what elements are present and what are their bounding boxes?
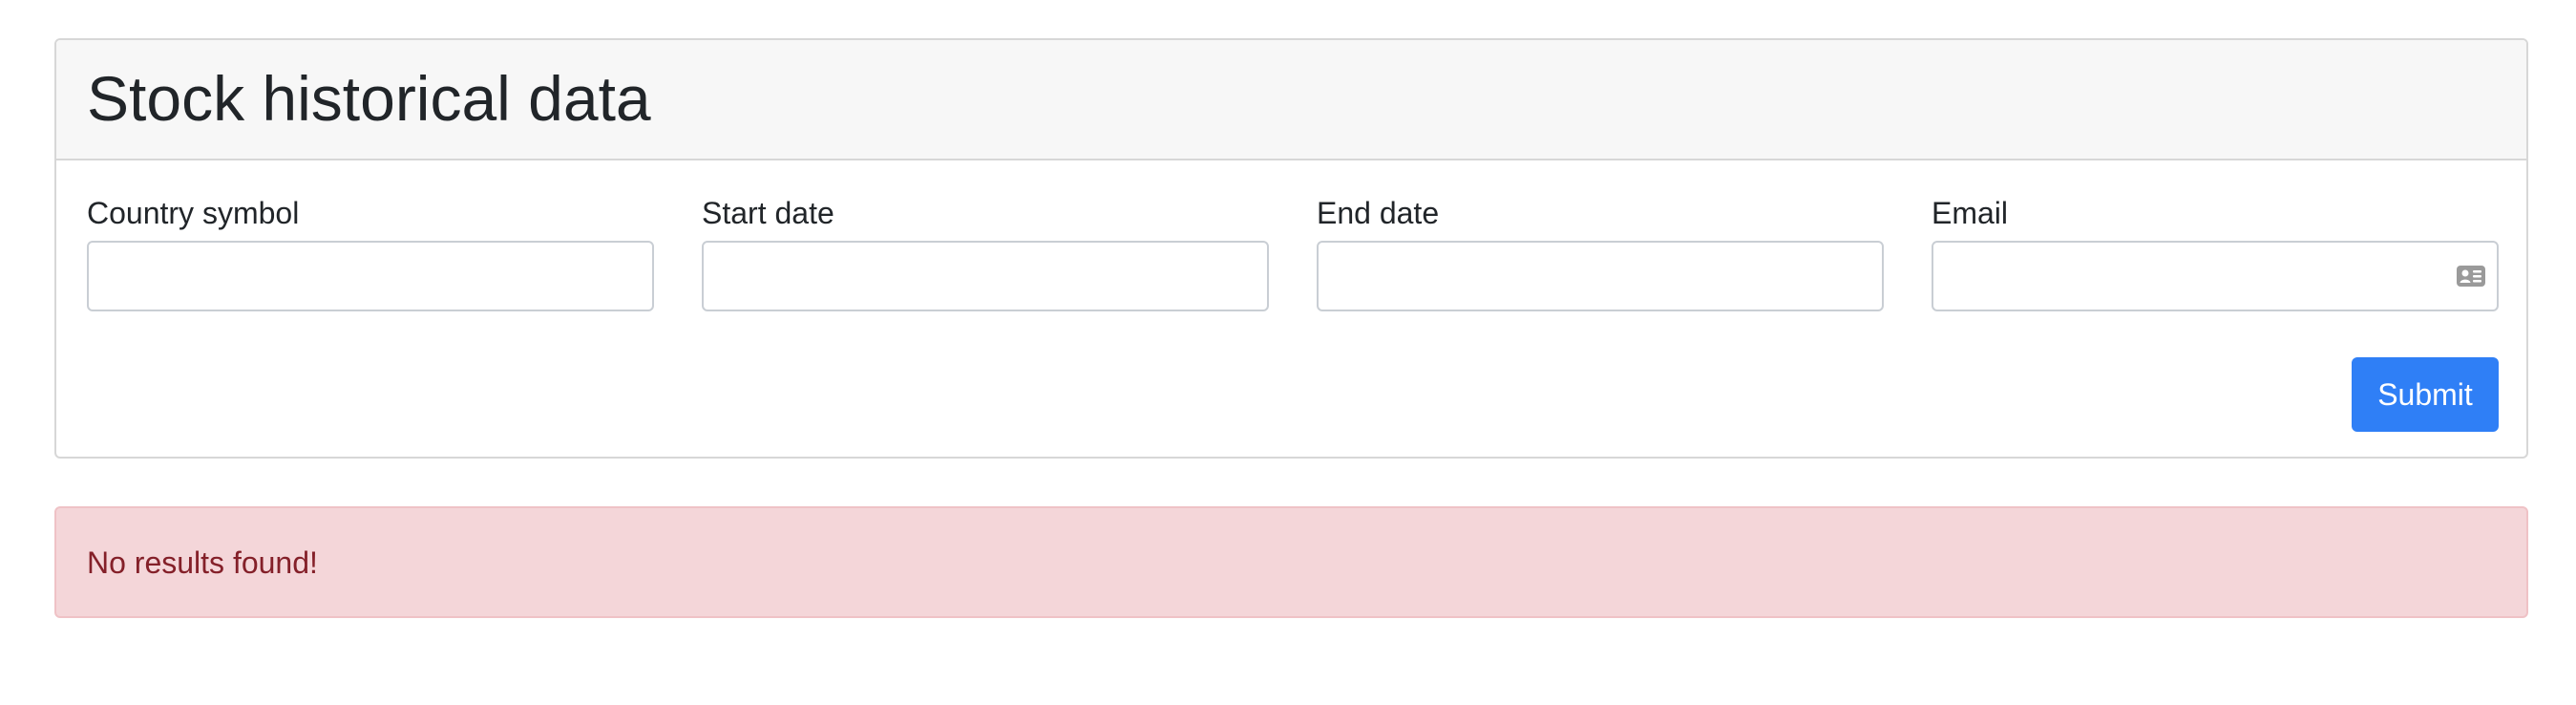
card-header: Stock historical data bbox=[56, 40, 2526, 160]
email-label: Email bbox=[1932, 196, 2009, 230]
stock-form-card: Stock historical data Country symbol Sta… bbox=[54, 38, 2528, 459]
end-date-label: End date bbox=[1317, 196, 1440, 230]
start-date-group: Start date bbox=[702, 195, 1269, 311]
page-title: Stock historical data bbox=[87, 63, 651, 134]
end-date-group: End date bbox=[1317, 195, 1884, 311]
start-date-label: Start date bbox=[702, 196, 834, 230]
email-group: Email bbox=[1932, 195, 2499, 311]
country-symbol-group: Country symbol bbox=[87, 195, 654, 311]
email-input[interactable] bbox=[1932, 241, 2499, 311]
submit-button[interactable]: Submit bbox=[2352, 357, 2499, 432]
form-row: Country symbol Start date End date Email bbox=[87, 195, 2499, 348]
country-symbol-input[interactable] bbox=[87, 241, 654, 311]
end-date-input[interactable] bbox=[1317, 241, 1884, 311]
no-results-alert: No results found! bbox=[54, 506, 2528, 618]
start-date-input[interactable] bbox=[702, 241, 1269, 311]
country-symbol-label: Country symbol bbox=[87, 196, 300, 230]
alert-message: No results found! bbox=[87, 545, 318, 580]
